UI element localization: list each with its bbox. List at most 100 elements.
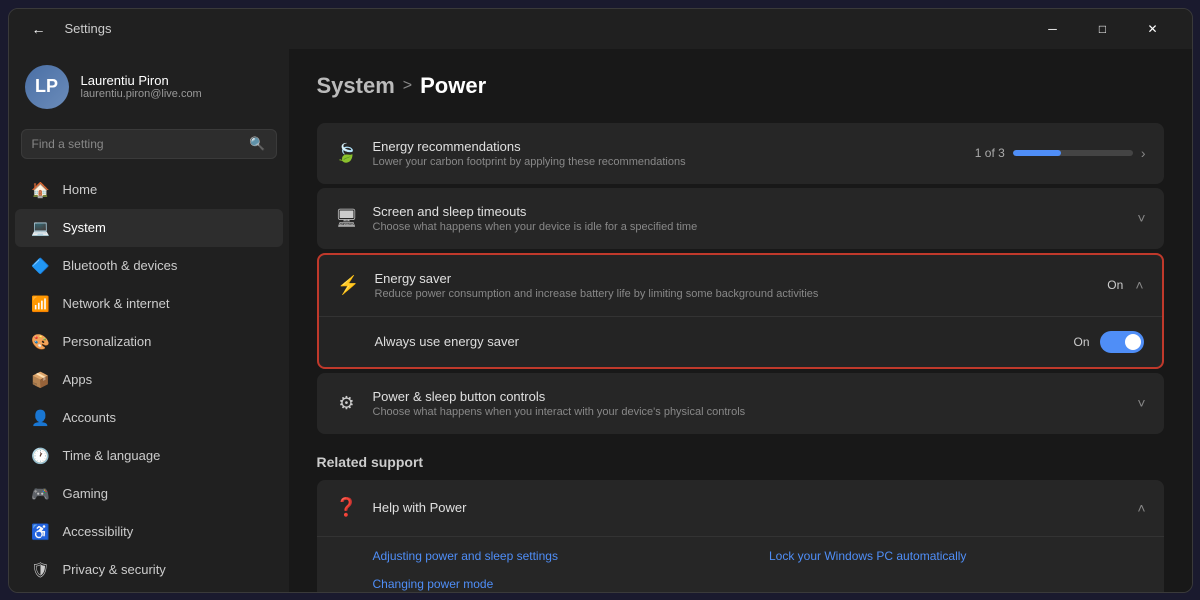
content-area: LP Laurentiu Piron laurentiu.piron@live.… xyxy=(9,49,1192,592)
sidebar-item-home-label: Home xyxy=(63,182,98,197)
energy-saver-status: On xyxy=(1107,278,1123,292)
maximize-button[interactable]: □ xyxy=(1080,13,1126,45)
energy-saver-chevron-up: ˄ xyxy=(1135,277,1143,293)
personalization-icon: 🎨 xyxy=(31,332,51,352)
sidebar-item-system[interactable]: 💻 System xyxy=(15,209,283,247)
screen-sleep-row[interactable]: 🖥 Screen and sleep timeouts Choose what … xyxy=(317,188,1164,249)
minimize-button[interactable]: ─ xyxy=(1030,13,1076,45)
energy-saver-title: Energy saver xyxy=(375,271,1094,286)
time-icon: 🕐 xyxy=(31,446,51,466)
power-sleep-card: ⚙ Power & sleep button controls Choose w… xyxy=(317,373,1164,434)
energy-rec-title: Energy recommendations xyxy=(373,139,961,154)
search-icon: 🔍 xyxy=(249,136,265,152)
search-input[interactable] xyxy=(32,137,242,151)
screen-sleep-icon: 🖥 xyxy=(335,206,359,230)
breadcrumb: System > Power xyxy=(317,73,1164,99)
sidebar-item-accounts-label: Accounts xyxy=(63,410,116,425)
toggle-container: On xyxy=(1073,331,1143,353)
energy-rec-chevron: › xyxy=(1141,145,1146,161)
titlebar-controls: ─ □ ✕ xyxy=(1030,13,1176,45)
sidebar-item-bluetooth[interactable]: 🔷 Bluetooth & devices xyxy=(15,247,283,285)
energy-recommendations-card: 🍃 Energy recommendations Lower your carb… xyxy=(317,123,1164,184)
screen-sleep-right: ˅ xyxy=(1137,210,1145,226)
help-with-power-card: ❓ Help with Power ˄ Adjusting power and … xyxy=(317,480,1164,592)
always-use-label: Always use energy saver xyxy=(375,334,1060,349)
home-icon: 🏠 xyxy=(31,180,51,200)
apps-icon: 📦 xyxy=(31,370,51,390)
power-sleep-right: ˅ xyxy=(1137,395,1145,411)
sidebar-item-apps-label: Apps xyxy=(63,372,93,387)
system-icon: 💻 xyxy=(31,218,51,238)
breadcrumb-parent: System xyxy=(317,73,395,99)
accessibility-icon: ♿ xyxy=(31,522,51,542)
energy-saver-row[interactable]: ⚡ Energy saver Reduce power consumption … xyxy=(319,255,1162,316)
help-link-0[interactable]: Adjusting power and sleep settings xyxy=(373,545,750,567)
titlebar-title: Settings xyxy=(65,21,112,36)
sidebar-item-update[interactable]: 🔄 Windows Update xyxy=(15,589,283,592)
related-support-title: Related support xyxy=(317,454,1164,470)
sidebar: LP Laurentiu Piron laurentiu.piron@live.… xyxy=(9,49,289,592)
screen-sleep-subtitle: Choose what happens when your device is … xyxy=(373,221,1124,233)
breadcrumb-current: Power xyxy=(420,73,486,99)
energy-saver-inner-row: Always use energy saver On xyxy=(319,316,1162,367)
help-links-grid: Adjusting power and sleep settings Lock … xyxy=(317,536,1164,592)
help-link-1[interactable]: Lock your Windows PC automatically xyxy=(769,545,1146,567)
energy-rec-count: 1 of 3 xyxy=(975,146,1005,160)
energy-saver-card: ⚡ Energy saver Reduce power consumption … xyxy=(317,253,1164,369)
sidebar-item-home[interactable]: 🏠 Home xyxy=(15,171,283,209)
user-email: laurentiu.piron@live.com xyxy=(81,88,202,100)
sidebar-item-accessibility[interactable]: ♿ Accessibility xyxy=(15,513,283,551)
sidebar-item-gaming-label: Gaming xyxy=(63,486,109,501)
sidebar-item-time-label: Time & language xyxy=(63,448,161,463)
user-info: Laurentiu Piron laurentiu.piron@live.com xyxy=(81,73,202,100)
sidebar-item-time[interactable]: 🕐 Time & language xyxy=(15,437,283,475)
energy-saver-right: On ˄ xyxy=(1107,277,1143,293)
sidebar-item-network-label: Network & internet xyxy=(63,296,170,311)
power-sleep-title: Power & sleep button controls xyxy=(373,389,1124,404)
main-content: System > Power 🍃 Energy recommendations … xyxy=(289,49,1192,592)
power-sleep-text: Power & sleep button controls Choose wha… xyxy=(373,389,1124,418)
back-button[interactable]: ← xyxy=(25,15,53,43)
screen-sleep-chevron: ˅ xyxy=(1137,210,1145,226)
search-box[interactable]: 🔍 xyxy=(21,129,277,159)
energy-rec-right: 1 of 3 › xyxy=(975,145,1146,161)
privacy-icon: 🛡 xyxy=(31,560,51,580)
sidebar-item-privacy[interactable]: 🛡 Privacy & security xyxy=(15,551,283,589)
power-sleep-row[interactable]: ⚙ Power & sleep button controls Choose w… xyxy=(317,373,1164,434)
help-link-2[interactable]: Changing power mode xyxy=(373,573,750,592)
help-right: ˄ xyxy=(1137,500,1145,516)
avatar: LP xyxy=(25,65,69,109)
close-button[interactable]: ✕ xyxy=(1130,13,1176,45)
energy-saver-subtitle: Reduce power consumption and increase ba… xyxy=(375,288,1094,300)
sidebar-item-accessibility-label: Accessibility xyxy=(63,524,134,539)
accounts-icon: 👤 xyxy=(31,408,51,428)
energy-progress-bar xyxy=(1013,150,1133,156)
help-chevron-up: ˄ xyxy=(1137,500,1145,516)
help-title: Help with Power xyxy=(373,500,1124,515)
energy-saver-toggle[interactable] xyxy=(1100,331,1144,353)
power-sleep-subtitle: Choose what happens when you interact wi… xyxy=(373,406,1124,418)
sidebar-item-network[interactable]: 📶 Network & internet xyxy=(15,285,283,323)
sidebar-item-bluetooth-label: Bluetooth & devices xyxy=(63,258,178,273)
energy-recommendations-row[interactable]: 🍃 Energy recommendations Lower your carb… xyxy=(317,123,1164,184)
screen-sleep-text: Screen and sleep timeouts Choose what ha… xyxy=(373,204,1124,233)
sidebar-item-gaming[interactable]: 🎮 Gaming xyxy=(15,475,283,513)
sidebar-item-accounts[interactable]: 👤 Accounts xyxy=(15,399,283,437)
sidebar-item-apps[interactable]: 📦 Apps xyxy=(15,361,283,399)
sidebar-item-privacy-label: Privacy & security xyxy=(63,562,166,577)
energy-rec-icon: 🍃 xyxy=(335,141,359,165)
help-with-power-row[interactable]: ❓ Help with Power ˄ xyxy=(317,480,1164,536)
sidebar-item-personalization[interactable]: 🎨 Personalization xyxy=(15,323,283,361)
user-profile: LP Laurentiu Piron laurentiu.piron@live.… xyxy=(9,57,289,125)
settings-window: ← Settings ─ □ ✕ LP Laurentiu Piron laur… xyxy=(8,8,1193,593)
toggle-on-label: On xyxy=(1073,335,1089,349)
screen-sleep-card: 🖥 Screen and sleep timeouts Choose what … xyxy=(317,188,1164,249)
screen-sleep-title: Screen and sleep timeouts xyxy=(373,204,1124,219)
user-name: Laurentiu Piron xyxy=(81,73,202,88)
help-text: Help with Power xyxy=(373,500,1124,515)
power-sleep-icon: ⚙ xyxy=(335,391,359,415)
breadcrumb-separator: > xyxy=(403,77,412,95)
network-icon: 📶 xyxy=(31,294,51,314)
energy-rec-text: Energy recommendations Lower your carbon… xyxy=(373,139,961,168)
power-sleep-chevron: ˅ xyxy=(1137,395,1145,411)
